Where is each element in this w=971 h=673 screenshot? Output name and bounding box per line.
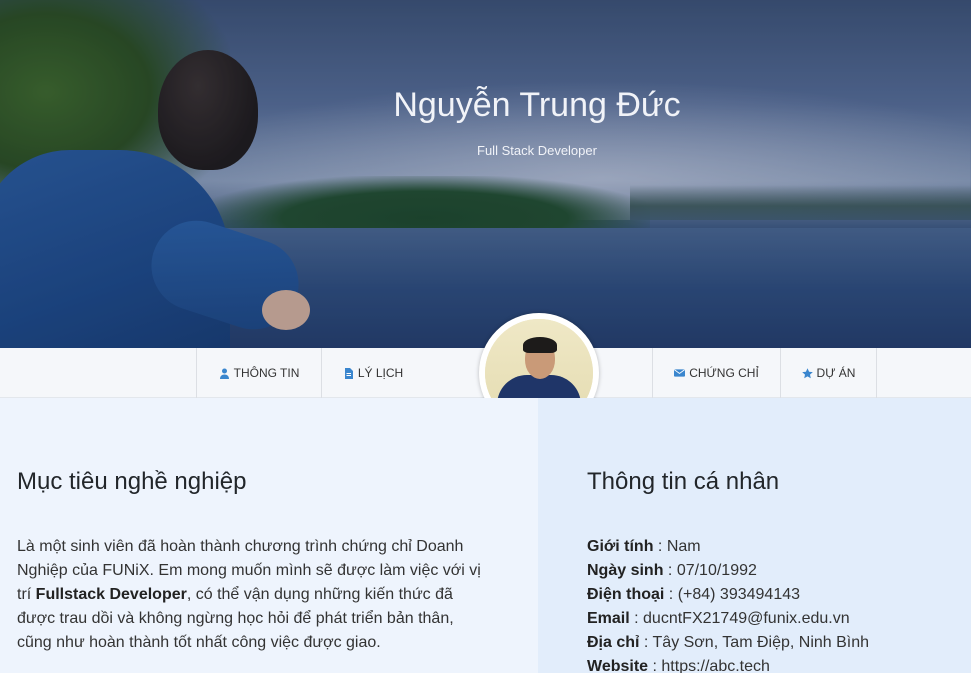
file-icon [343,367,354,379]
info-row-address: Địa chỉ : Tây Sơn, Tam Điệp, Ninh Bình [587,634,870,651]
info-row-email: Email : ducntFX21749@funix.edu.vn [587,610,850,627]
info-key: Email [587,610,630,627]
personal-info-section: Thông tin cá nhân Giới tính : Nam Ngày s… [538,398,971,673]
section-title-personal: Thông tin cá nhân [587,468,780,495]
hero-name: Nguyễn Trung Đức [393,86,681,124]
nav-item-thong-tin[interactable]: THÔNG TIN [196,348,321,398]
nav-label: THÔNG TIN [233,366,300,380]
info-value: (+84) 393494143 [677,586,801,603]
hero-role: Full Stack Developer [477,143,597,158]
objective-highlight: Fullstack Developer [35,586,187,603]
nav-item-chung-chi[interactable]: CHỨNG CHỈ [652,348,780,398]
nav-item-du-an[interactable]: DỰ ÁN [780,348,877,398]
info-row-website: Website : https://abc.tech [587,658,770,673]
info-row-birthday: Ngày sinh : 07/10/1992 [587,562,757,579]
info-row-gender: Giới tính : Nam [587,538,701,555]
info-value: Tây Sơn, Tam Điệp, Ninh Bình [652,634,870,651]
user-icon [219,368,230,379]
info-key: Giới tính [587,538,654,555]
star-icon [801,367,813,379]
info-key: Website [587,658,649,673]
section-title-objective: Mục tiêu nghề nghiệp [17,468,247,495]
hero-overlay [0,0,971,348]
info-value: Nam [666,538,701,555]
info-row-phone: Điện thoại : (+84) 393494143 [587,586,801,603]
personal-info-list: Giới tính : Nam Ngày sinh : 07/10/1992 Đ… [587,535,967,673]
hero-banner [0,0,971,348]
envelope-icon [674,368,686,379]
nav-label: LÝ LỊCH [357,366,404,380]
info-value: 07/10/1992 [676,562,757,579]
career-objective-section: Mục tiêu nghề nghiệp Là một sinh viên đã… [0,398,538,673]
nav-item-ly-lich[interactable]: LÝ LỊCH [321,348,424,398]
nav-label: CHỨNG CHỈ [689,366,759,380]
info-key: Điện thoại [587,586,665,603]
nav-label: DỰ ÁN [816,366,856,380]
objective-text: Là một sinh viên đã hoàn thành chương tr… [17,535,487,655]
website-link[interactable]: https://abc.tech [661,658,770,673]
info-key: Ngày sinh [587,562,664,579]
info-value: ducntFX21749@funix.edu.vn [643,610,850,627]
info-key: Địa chỉ [587,634,640,651]
